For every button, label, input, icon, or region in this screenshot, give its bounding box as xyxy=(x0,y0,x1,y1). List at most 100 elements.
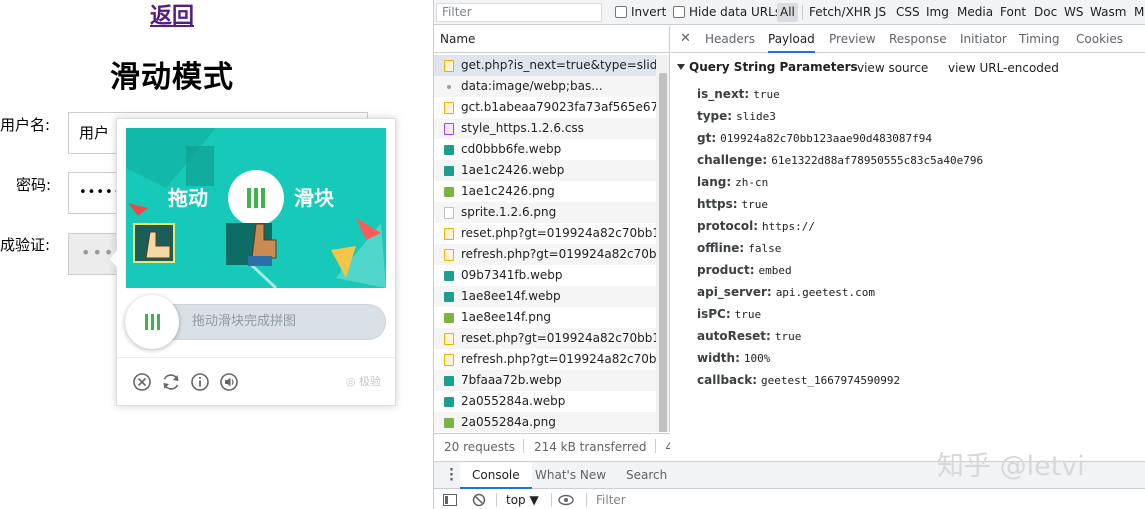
request-name: style_https.1.2.6.css xyxy=(461,121,584,135)
resources-size: 412 k xyxy=(656,440,670,454)
network-status-bar: 20 requests 214 kB transferred 412 k xyxy=(434,433,670,460)
eye-icon[interactable] xyxy=(558,494,574,506)
filter-fetch-xhr[interactable]: Fetch/XHR xyxy=(809,5,871,19)
view-source-link[interactable]: view source xyxy=(857,61,928,75)
console-filter-input[interactable]: Filter xyxy=(596,493,626,507)
filter-font[interactable]: Font xyxy=(1000,5,1026,19)
tab-payload[interactable]: Payload xyxy=(768,26,815,53)
param-value: true xyxy=(741,198,769,211)
request-detail-panel: ✕ Headers Payload Preview Response Initi… xyxy=(671,26,1145,460)
data-file-icon xyxy=(447,85,451,89)
scrollbar-thumb[interactable] xyxy=(659,73,667,432)
filter-ws[interactable]: WS xyxy=(1064,5,1083,19)
request-row[interactable]: cd0bbb6fe.webp xyxy=(434,139,656,160)
name-column-header[interactable]: Name xyxy=(434,26,669,53)
brand-text: 极验 xyxy=(359,375,381,388)
invert-checkbox[interactable]: Invert xyxy=(615,5,666,19)
img-file-icon xyxy=(444,376,454,386)
request-row[interactable]: 09b7341fb.webp xyxy=(434,265,656,286)
refresh-icon[interactable] xyxy=(160,371,182,393)
request-name: 1ae8ee14f.png xyxy=(461,310,552,324)
param-key: protocol: xyxy=(697,219,759,233)
request-name: refresh.php?gt=019924a82c70bb123 xyxy=(461,352,656,366)
close-detail-icon[interactable]: ✕ xyxy=(680,31,691,46)
slider-handle[interactable] xyxy=(125,295,179,349)
tab-timing[interactable]: Timing xyxy=(1019,26,1060,53)
sidebar-toggle-icon[interactable] xyxy=(443,494,457,506)
tab-headers[interactable]: Headers xyxy=(705,26,755,53)
tab-search[interactable]: Search xyxy=(626,462,667,489)
console-toolbar: top ▼ Filter xyxy=(434,490,1145,509)
param-value: true xyxy=(774,330,802,343)
transferred-size: 214 kB transferred xyxy=(533,440,647,454)
filter-all[interactable]: All xyxy=(777,3,798,22)
context-selector[interactable]: top ▼ xyxy=(506,493,539,507)
request-row[interactable]: gct.b1abeaa79023fa73af565e67e115 xyxy=(434,97,656,118)
request-name: reset.php?gt=019924a82c70bb123ae xyxy=(461,226,656,240)
param-key: lang: xyxy=(697,175,732,189)
username-label: 用户名: xyxy=(0,116,51,134)
query-param-row: api_server: api.geetest.com xyxy=(697,281,983,303)
info-icon[interactable] xyxy=(189,371,211,393)
query-string-section[interactable]: Query String Parameters xyxy=(677,60,858,74)
request-row[interactable]: 1ae1c2426.png xyxy=(434,181,656,202)
filter-img[interactable]: Img xyxy=(926,5,949,19)
request-row[interactable]: 1ae8ee14f.webp xyxy=(434,286,656,307)
filter-js[interactable]: JS xyxy=(875,5,886,19)
more-menu-icon[interactable]: · · · xyxy=(449,464,454,487)
request-rows: get.php?is_next=true&type=slide3&data:im… xyxy=(434,55,656,432)
param-key: https: xyxy=(697,197,738,211)
filter-input[interactable]: Filter xyxy=(436,3,602,22)
param-value: embed xyxy=(758,264,792,277)
param-key: offline: xyxy=(697,241,745,255)
param-value: https:// xyxy=(762,220,815,233)
request-name: gct.b1abeaa79023fa73af565e67e115 xyxy=(461,100,656,114)
tab-console[interactable]: Console xyxy=(460,462,532,489)
tab-initiator[interactable]: Initiator xyxy=(960,26,1007,53)
scrollbar[interactable] xyxy=(656,55,669,432)
request-row[interactable]: get.php?is_next=true&type=slide3& xyxy=(434,55,656,76)
request-row[interactable]: 2a055284a.png xyxy=(434,412,656,432)
request-row[interactable]: reset.php?gt=019924a82c70bb123ae xyxy=(434,223,656,244)
request-row[interactable]: data:image/webp;bas... xyxy=(434,76,656,97)
param-key: gt: xyxy=(697,131,717,145)
filter-media[interactable]: Media xyxy=(957,5,993,19)
request-row[interactable]: sprite.1.2.6.png xyxy=(434,202,656,223)
tab-preview[interactable]: Preview xyxy=(829,26,876,53)
clear-console-icon[interactable] xyxy=(472,493,486,507)
png-file-icon xyxy=(444,418,454,428)
back-link[interactable]: 返回 xyxy=(150,0,194,30)
request-row[interactable]: 1ae8ee14f.png xyxy=(434,307,656,328)
request-name: sprite.1.2.6.png xyxy=(461,205,557,219)
request-name: cd0bbb6fe.webp xyxy=(461,142,562,156)
request-row[interactable]: 7bfaaa72b.webp xyxy=(434,370,656,391)
param-value: zh-cn xyxy=(735,176,769,189)
request-row[interactable]: refresh.php?gt=019924a82c70bb123 xyxy=(434,244,656,265)
img-file-icon xyxy=(444,166,454,176)
filter-css[interactable]: CSS xyxy=(896,5,920,19)
query-param-row: lang: zh-cn xyxy=(697,171,983,193)
request-name: 2a055284a.webp xyxy=(461,394,566,408)
tab-whats-new[interactable]: What's New xyxy=(535,462,606,489)
request-row[interactable]: reset.php?gt=019924a82c70bb123ae xyxy=(434,328,656,349)
tab-response[interactable]: Response xyxy=(889,26,947,53)
close-icon[interactable] xyxy=(131,371,153,393)
audio-icon[interactable] xyxy=(218,371,240,393)
param-value: slide3 xyxy=(736,110,776,123)
tab-cookies[interactable]: Cookies xyxy=(1076,26,1123,53)
request-row[interactable]: 1ae1c2426.webp xyxy=(434,160,656,181)
request-row[interactable]: style_https.1.2.6.css xyxy=(434,118,656,139)
filter-more[interactable]: M xyxy=(1134,5,1144,19)
hide-data-urls-checkbox[interactable]: Hide data URLs xyxy=(673,5,781,19)
query-param-row: type: slide3 xyxy=(697,105,983,127)
view-url-encoded-link[interactable]: view URL-encoded xyxy=(948,61,1059,75)
request-row[interactable]: 2a055284a.webp xyxy=(434,391,656,412)
query-param-row: width: 100% xyxy=(697,347,983,369)
filter-doc[interactable]: Doc xyxy=(1034,5,1057,19)
filter-wasm[interactable]: Wasm xyxy=(1090,5,1126,19)
request-row[interactable]: refresh.php?gt=019924a82c70bb123 xyxy=(434,349,656,370)
js-file-icon xyxy=(444,333,454,345)
network-filter-bar: Filter Invert Hide data URLs All Fetch/X… xyxy=(434,0,1145,25)
captcha-popup: 拖动 滑块 拖动滑块完成拼图 ◎ 极验 xyxy=(107,118,396,406)
param-key: product: xyxy=(697,263,755,277)
